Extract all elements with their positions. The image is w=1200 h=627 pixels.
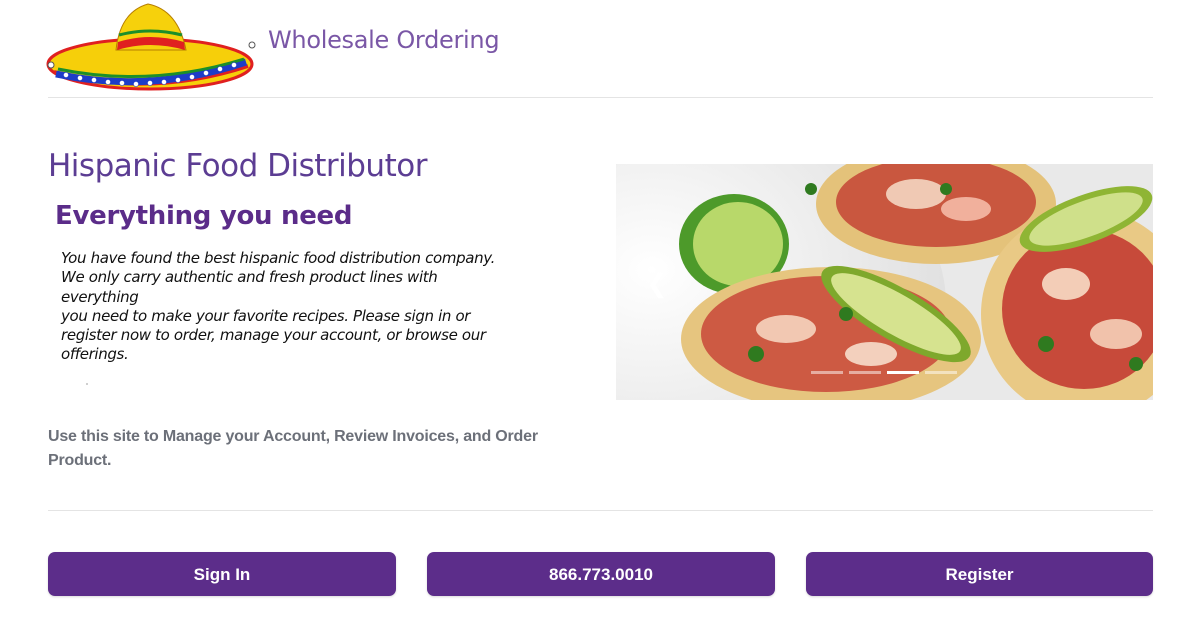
- intro-line: We only carry authentic and fresh produc…: [61, 268, 438, 306]
- tagline-heading: Everything you need: [55, 201, 353, 231]
- actions-divider: [48, 510, 1153, 511]
- tostadas-photo: [616, 164, 1153, 400]
- intro-line: offerings.: [61, 345, 129, 364]
- carousel-indicators: [811, 370, 961, 376]
- sombrero-icon[interactable]: [46, 2, 258, 92]
- carousel-indicator[interactable]: [811, 371, 843, 374]
- site-use-line: Product.: [48, 452, 112, 469]
- image-carousel[interactable]: ❮: [616, 164, 1153, 400]
- page-title: Hispanic Food Distributor: [48, 148, 427, 184]
- decorative-dot: [86, 383, 88, 385]
- chevron-left-icon[interactable]: ❮: [646, 268, 668, 298]
- header-divider: [48, 97, 1153, 98]
- intro-line: register now to order, manage your accou…: [61, 326, 486, 345]
- carousel-indicator[interactable]: [849, 371, 881, 374]
- sign-in-button[interactable]: Sign In: [48, 552, 396, 596]
- app-title: Wholesale Ordering: [268, 26, 500, 54]
- site-use-text: Use this site to Manage your Account, Re…: [48, 425, 578, 473]
- phone-button[interactable]: 866.773.0010: [427, 552, 775, 596]
- intro-line: You have found the best hispanic food di…: [61, 249, 496, 267]
- intro-paragraph: You have found the best hispanic food di…: [61, 249, 511, 365]
- site-header: Wholesale Ordering: [0, 0, 1200, 98]
- intro-line: you need to make your favorite recipes. …: [61, 306, 471, 325]
- site-use-line: Use this site to Manage your Account, Re…: [48, 428, 538, 445]
- carousel-indicator-active[interactable]: [887, 371, 919, 374]
- carousel-indicator[interactable]: [925, 371, 957, 374]
- register-button[interactable]: Register: [806, 552, 1153, 596]
